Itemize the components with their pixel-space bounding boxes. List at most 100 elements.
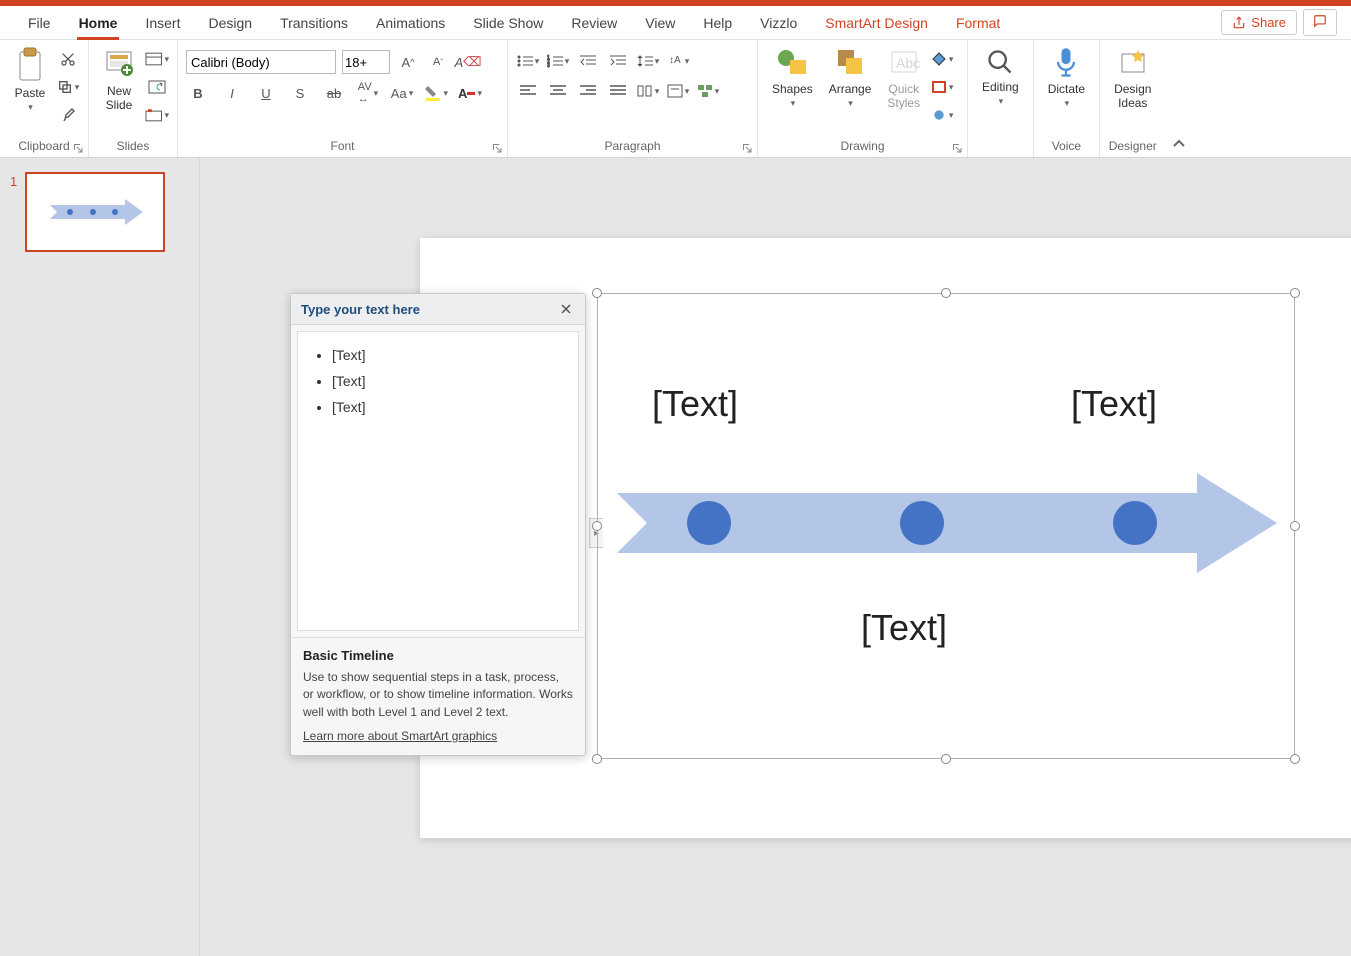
- bold-button[interactable]: B: [186, 82, 210, 104]
- columns-button[interactable]: [636, 80, 660, 102]
- bullets-button[interactable]: [516, 50, 540, 72]
- drawing-launcher[interactable]: [951, 142, 963, 154]
- dictate-label: Dictate: [1048, 82, 1085, 96]
- layout-button[interactable]: [145, 48, 169, 70]
- align-text-button[interactable]: [666, 80, 690, 102]
- text-pane-item[interactable]: [Text]: [332, 368, 564, 394]
- slide-thumbnail-1[interactable]: [25, 172, 165, 252]
- clipboard-launcher[interactable]: [72, 142, 84, 154]
- tab-slideshow[interactable]: Slide Show: [459, 7, 557, 39]
- share-icon: [1232, 16, 1246, 30]
- resize-handle-mr[interactable]: [1290, 521, 1300, 531]
- reset-button[interactable]: [145, 76, 169, 98]
- strike-button[interactable]: ab: [322, 82, 346, 104]
- slide-thumbnail-panel[interactable]: 1: [0, 158, 200, 956]
- font-size-input[interactable]: [342, 50, 390, 74]
- shapes-button[interactable]: Shapes▾: [766, 44, 819, 111]
- change-case-button[interactable]: Aa: [390, 82, 414, 104]
- text-pane-info-title: Basic Timeline: [303, 648, 573, 663]
- smartart-graphic[interactable]: [Text] [Text] [Text]: [617, 313, 1275, 739]
- shape-outline-button[interactable]: [930, 76, 954, 98]
- align-right-icon: [580, 85, 596, 97]
- text-pane-item[interactable]: [Text]: [332, 342, 564, 368]
- tab-animations[interactable]: Animations: [362, 7, 459, 39]
- tab-help[interactable]: Help: [689, 7, 746, 39]
- text-pane-info: Basic Timeline Use to show sequential st…: [291, 637, 585, 755]
- italic-button[interactable]: I: [220, 82, 244, 104]
- group-slides: New Slide Slides: [89, 40, 178, 157]
- smartart-selection[interactable]: [Text] [Text] [Text]: [597, 293, 1295, 759]
- microphone-icon: [1052, 46, 1080, 80]
- resize-handle-tm[interactable]: [941, 288, 951, 298]
- resize-handle-bl[interactable]: [592, 754, 602, 764]
- tab-transitions[interactable]: Transitions: [266, 7, 362, 39]
- smartart-text-2[interactable]: [Text]: [1071, 383, 1157, 425]
- tab-format[interactable]: Format: [942, 7, 1014, 39]
- dictate-button[interactable]: Dictate▾: [1042, 44, 1091, 111]
- tab-insert[interactable]: Insert: [131, 7, 194, 39]
- tab-home[interactable]: Home: [65, 7, 132, 39]
- outline-icon: [931, 80, 947, 94]
- quick-styles-button[interactable]: Abc Quick Styles: [881, 44, 926, 112]
- tab-file[interactable]: File: [14, 7, 65, 39]
- comments-button[interactable]: [1303, 9, 1337, 36]
- font-color-button[interactable]: A: [458, 82, 482, 104]
- smartart-text-1[interactable]: [Text]: [652, 383, 738, 425]
- resize-handle-br[interactable]: [1290, 754, 1300, 764]
- increase-font-button[interactable]: A^: [396, 51, 420, 73]
- increase-indent-button[interactable]: [606, 50, 630, 72]
- paragraph-launcher[interactable]: [741, 142, 753, 154]
- highlight-button[interactable]: [424, 82, 448, 104]
- smartart-text-pane[interactable]: Type your text here [Text] [Text] [Text]…: [290, 293, 586, 756]
- group-editing: Editing▾: [968, 40, 1034, 157]
- text-pane-body[interactable]: [Text] [Text] [Text]: [297, 331, 579, 631]
- tab-view[interactable]: View: [631, 7, 689, 39]
- shadow-button[interactable]: S: [288, 82, 312, 104]
- smartart-text-3[interactable]: [Text]: [861, 607, 947, 649]
- group-label-voice: Voice: [1042, 137, 1091, 155]
- tab-vizzlo[interactable]: Vizzlo: [746, 7, 811, 39]
- cut-button[interactable]: [56, 48, 80, 70]
- tab-smartart-design[interactable]: SmartArt Design: [811, 7, 942, 39]
- tab-design[interactable]: Design: [194, 7, 266, 39]
- resize-handle-tl[interactable]: [592, 288, 602, 298]
- resize-handle-ml[interactable]: [592, 521, 602, 531]
- align-right-button[interactable]: [576, 80, 600, 102]
- resize-handle-bm[interactable]: [941, 754, 951, 764]
- resize-handle-tr[interactable]: [1290, 288, 1300, 298]
- align-center-button[interactable]: [546, 80, 570, 102]
- font-name-input[interactable]: [186, 50, 336, 74]
- shape-effects-button[interactable]: [930, 104, 954, 126]
- shape-fill-button[interactable]: [930, 48, 954, 70]
- underline-button[interactable]: U: [254, 82, 278, 104]
- decrease-font-button[interactable]: Aˇ: [426, 51, 450, 73]
- share-button[interactable]: Share: [1221, 10, 1297, 35]
- text-pane-learn-more-link[interactable]: Learn more about SmartArt graphics: [303, 729, 497, 743]
- slide-canvas-area[interactable]: ▸ [Text] [Text] [Text]: [200, 158, 1351, 956]
- align-left-button[interactable]: [516, 80, 540, 102]
- font-launcher[interactable]: [491, 142, 503, 154]
- section-button[interactable]: [145, 104, 169, 126]
- text-direction-button[interactable]: ↕A: [666, 50, 690, 72]
- paste-button[interactable]: Paste ▾: [8, 44, 52, 115]
- smartart-convert-button[interactable]: [696, 80, 720, 102]
- char-spacing-button[interactable]: AV↔: [356, 82, 380, 104]
- text-direction-icon: ↕A: [667, 53, 683, 69]
- new-slide-button[interactable]: New Slide: [97, 44, 141, 114]
- copy-button[interactable]: [56, 76, 80, 98]
- text-pane-close-button[interactable]: [557, 300, 575, 318]
- text-pane-item[interactable]: [Text]: [332, 394, 564, 420]
- tab-review[interactable]: Review: [557, 7, 631, 39]
- paste-label: Paste: [15, 86, 46, 100]
- numbering-button[interactable]: 123: [546, 50, 570, 72]
- clear-formatting-button[interactable]: A⌫: [456, 51, 480, 73]
- editing-button[interactable]: Editing▾: [976, 44, 1025, 109]
- justify-button[interactable]: [606, 80, 630, 102]
- collapse-ribbon-button[interactable]: [1165, 40, 1193, 157]
- decrease-indent-button[interactable]: [576, 50, 600, 72]
- design-ideas-button[interactable]: Design Ideas: [1108, 44, 1157, 112]
- format-painter-button[interactable]: [56, 104, 80, 126]
- arrange-button[interactable]: Arrange▾: [823, 44, 878, 111]
- layout-icon: [145, 52, 162, 66]
- line-spacing-button[interactable]: [636, 50, 660, 72]
